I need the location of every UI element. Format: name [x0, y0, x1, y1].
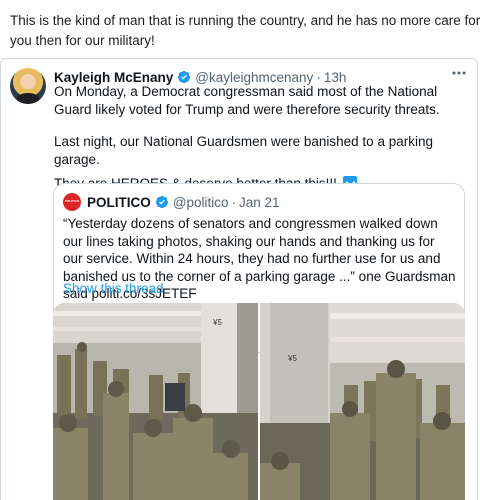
tweet-paragraph: Last night, our National Guardsmen were …	[54, 134, 433, 167]
pillar-label: ¥5	[287, 354, 297, 363]
pillar-label: ¥5	[212, 318, 222, 327]
politico-avatar[interactable]	[63, 193, 81, 211]
parking-garage-photo: ¥5	[53, 303, 258, 500]
verified-badge-icon	[155, 195, 168, 209]
tweet-media[interactable]: ¥5 ¥5	[53, 303, 465, 500]
media-photo-left[interactable]: ¥5	[53, 303, 258, 500]
quoted-author-handle[interactable]: @politico	[173, 195, 229, 210]
verified-badge-icon	[178, 70, 191, 84]
avatar[interactable]	[10, 68, 46, 104]
quoted-author-name[interactable]: POLITICO	[87, 195, 151, 210]
more-options-icon[interactable]	[451, 67, 467, 79]
tweet-paragraph: On Monday, a Democrat congressman said m…	[54, 84, 440, 117]
quoted-timestamp[interactable]: Jan 21	[239, 195, 280, 210]
separator-dot: ·	[231, 194, 236, 210]
tweet-card[interactable]: Kayleigh McEnany @kayleighmcenany · 13h …	[0, 58, 478, 500]
post-caption: This is the kind of man that is running …	[10, 13, 481, 48]
parking-garage-photo: ¥5	[260, 303, 465, 500]
show-thread-link[interactable]: Show this thread	[63, 281, 164, 296]
media-photo-right[interactable]: ¥5	[260, 303, 465, 500]
quoted-tweet-header: POLITICO @politico · Jan 21	[63, 193, 280, 211]
